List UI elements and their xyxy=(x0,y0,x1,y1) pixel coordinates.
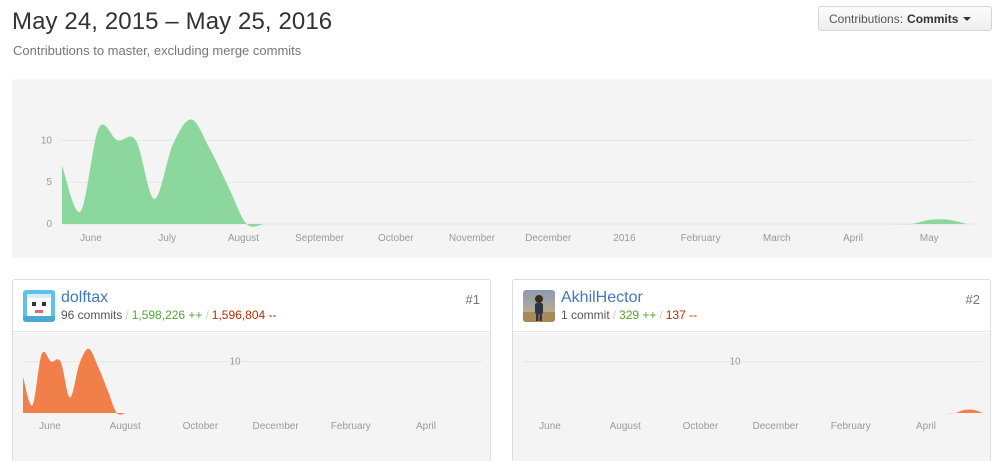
x-tick-label: October xyxy=(183,421,219,432)
y-tick-label: 10 xyxy=(729,357,741,368)
x-tick-label: June xyxy=(539,421,561,432)
contributor-header: AkhilHector 1 commit/329 ++/137 -- #2 xyxy=(513,280,990,332)
x-tick-label: July xyxy=(158,233,176,244)
x-tick-label: February xyxy=(831,421,871,432)
main-graph-svg: 0 5 10 June July August September October Novemb… xyxy=(41,119,974,244)
contributor-username-link[interactable]: dolftax xyxy=(61,289,108,307)
x-tick-label: November xyxy=(449,233,496,244)
contributor-graph: 10 June August October December February April xyxy=(513,333,990,461)
avatar[interactable] xyxy=(23,290,55,322)
y-tick-label: 5 xyxy=(46,177,52,188)
contributor-stats: 1 commit/329 ++/137 -- xyxy=(561,308,697,322)
contributor-card: dolftax 96 commits/1,598,226 ++/1,596,80… xyxy=(12,279,491,461)
commits-count[interactable]: 96 commits xyxy=(61,308,122,322)
stats-separator: / xyxy=(125,308,129,322)
contributor-graph-svg: 10 June August October December February April xyxy=(23,348,483,432)
x-tick-label: 2016 xyxy=(613,233,636,244)
x-tick-label: February xyxy=(331,421,371,432)
stats-separator: / xyxy=(205,308,209,322)
x-tick-label: June xyxy=(80,233,102,244)
deletions-count: 137 -- xyxy=(665,308,698,322)
x-tick-label: August xyxy=(110,421,141,432)
avatar-image xyxy=(23,290,55,322)
x-tick-label: October xyxy=(683,421,719,432)
x-tick-label: September xyxy=(295,233,345,244)
x-tick-label: April xyxy=(843,233,863,244)
series-area xyxy=(523,409,983,414)
contributions-select-value: Commits xyxy=(907,11,959,26)
page-title: May 24, 2015 – May 25, 2016 xyxy=(12,8,333,35)
x-tick-label: May xyxy=(920,233,939,244)
additions-count: 1,598,226 ++ xyxy=(131,308,203,322)
y-tick-label: 0 xyxy=(46,219,52,230)
contributor-rank: #2 xyxy=(965,292,980,307)
x-tick-label: August xyxy=(610,421,641,432)
x-tick-label: June xyxy=(39,421,61,432)
contributor-stats: 96 commits/1,598,226 ++/1,596,804 -- xyxy=(61,308,277,322)
x-tick-label: April xyxy=(416,421,436,432)
y-tick-label: 10 xyxy=(41,135,53,146)
contributions-select-label: Contributions: xyxy=(829,11,904,26)
x-tick-label: October xyxy=(378,233,414,244)
contributor-card: AkhilHector 1 commit/329 ++/137 -- #2 10… xyxy=(512,279,991,461)
stats-separator: / xyxy=(612,308,617,322)
series-area xyxy=(62,119,967,227)
caret-down-icon xyxy=(963,16,972,21)
main-contributions-graph: 0 5 10 June July August September October Novemb… xyxy=(12,79,992,258)
contributor-rank: #1 xyxy=(465,292,480,307)
deletions-count: 1,596,804 -- xyxy=(211,308,277,322)
series-area xyxy=(23,348,483,415)
contributor-username-link[interactable]: AkhilHector xyxy=(561,289,643,307)
x-tick-label: March xyxy=(763,233,791,244)
x-tick-label: February xyxy=(681,233,721,244)
contributor-graph: 10 June August October December February April xyxy=(13,333,490,461)
x-tick-label: August xyxy=(228,233,259,244)
x-tick-label: April xyxy=(916,421,936,432)
commits-count[interactable]: 1 commit xyxy=(561,308,610,322)
additions-count: 329 ++ xyxy=(619,308,657,322)
avatar[interactable] xyxy=(523,290,555,322)
page-subtitle: Contributions to master, excluding merge… xyxy=(13,43,302,58)
contributor-graph-svg: 10 June August October December February April xyxy=(523,357,983,432)
y-tick-label: 10 xyxy=(229,357,241,368)
x-tick-label: December xyxy=(753,421,800,432)
stats-separator: / xyxy=(659,308,663,322)
contributions-select-button[interactable]: Contributions: Commits xyxy=(818,6,992,31)
avatar-image xyxy=(523,290,555,322)
contributor-header: dolftax 96 commits/1,598,226 ++/1,596,80… xyxy=(13,280,490,332)
x-tick-label: December xyxy=(525,233,572,244)
x-tick-label: December xyxy=(253,421,300,432)
